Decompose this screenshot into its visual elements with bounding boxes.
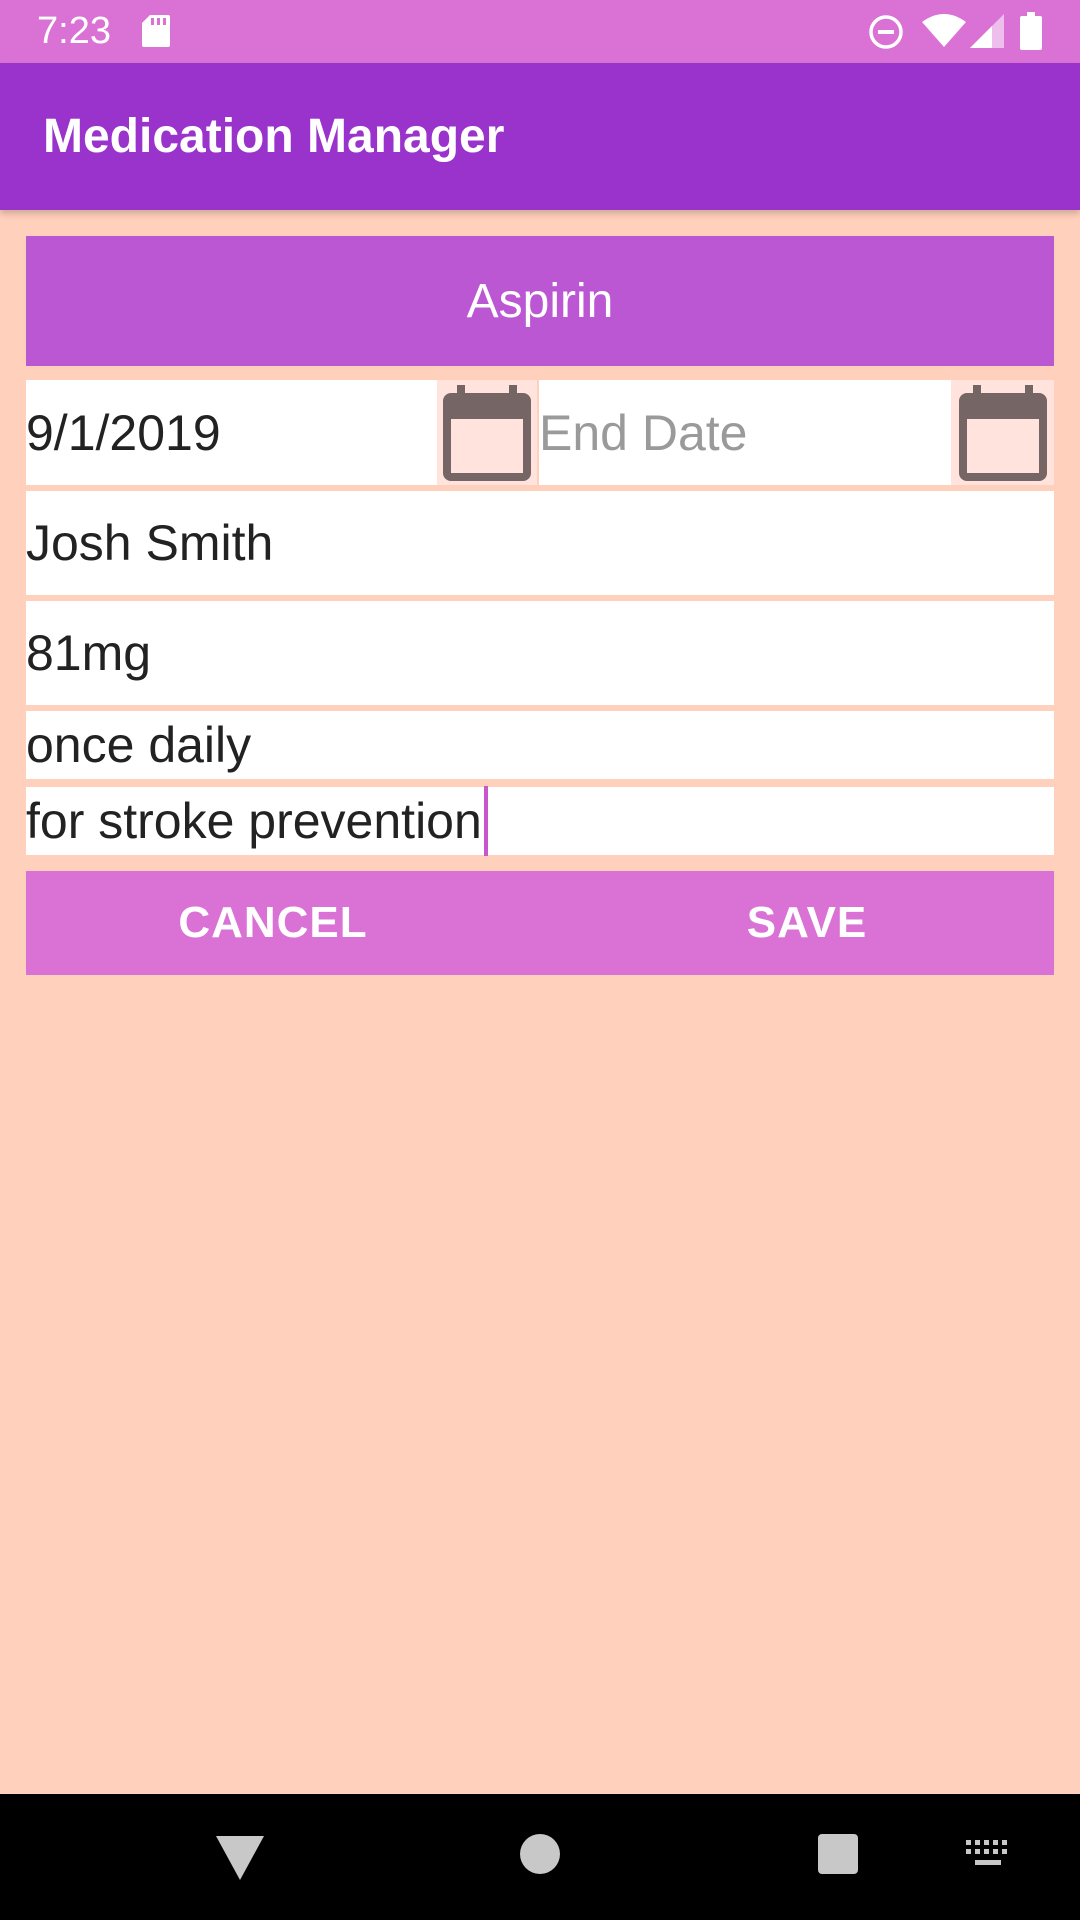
end-date-calendar-button[interactable] <box>951 380 1054 485</box>
start-date-calendar-button[interactable] <box>437 380 537 485</box>
signal-icon <box>970 14 1004 48</box>
back-icon[interactable] <box>216 1836 264 1880</box>
medication-name[interactable]: Aspirin <box>26 236 1054 366</box>
action-buttons: CANCEL SAVE <box>26 871 1054 975</box>
battery-icon <box>1020 12 1042 50</box>
wifi-icon <box>922 14 966 47</box>
frequency-field[interactable]: once daily <box>26 711 1054 779</box>
sd-card-icon <box>142 15 170 47</box>
dose-field[interactable]: 81mg <box>26 601 1054 705</box>
text-cursor <box>483 786 488 856</box>
notes-text: for stroke prevention <box>26 793 482 849</box>
navigation-bar <box>0 1794 1080 1920</box>
notes-field[interactable]: for stroke prevention <box>26 786 1054 856</box>
app-title: Medication Manager <box>43 110 505 163</box>
home-icon[interactable] <box>520 1834 560 1874</box>
prescriber-field[interactable]: Josh Smith <box>26 491 1054 595</box>
status-bar: 7:23 <box>0 0 1080 63</box>
recents-icon[interactable] <box>818 1834 858 1874</box>
calendar-icon <box>958 384 1047 481</box>
calendar-icon <box>443 384 531 481</box>
do-not-disturb-icon <box>869 15 903 49</box>
start-date-field[interactable]: 9/1/2019 <box>26 380 437 485</box>
status-time: 7:23 <box>37 10 111 52</box>
keyboard-icon[interactable] <box>966 1840 1010 1870</box>
cancel-button[interactable]: CANCEL <box>26 871 540 975</box>
save-button[interactable]: SAVE <box>540 871 1054 975</box>
app-bar: Medication Manager <box>0 63 1080 210</box>
end-date-field[interactable]: End Date <box>539 380 951 485</box>
